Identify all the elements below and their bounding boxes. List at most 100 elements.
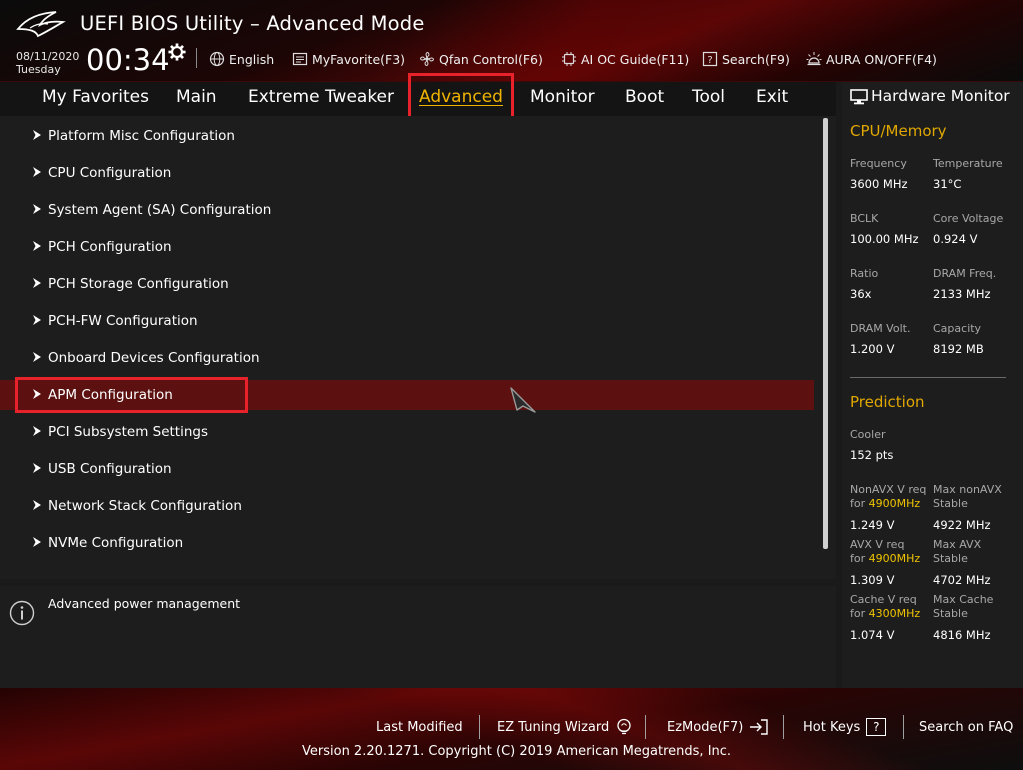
cooler-value: 152 pts [850, 448, 894, 462]
mouse-pointer-icon [510, 387, 536, 413]
tab-monitor[interactable]: Monitor [530, 87, 595, 111]
ratio-label: Ratio [850, 267, 879, 280]
day-value: Tuesday [16, 63, 61, 76]
menu-item-pci-subsystem[interactable]: PCI Subsystem Settings [0, 417, 814, 447]
max-avx-title: Max AVX [933, 538, 982, 551]
tab-tool[interactable]: Tool [692, 87, 725, 111]
avx-target-frequency: 4900MHz [868, 552, 921, 565]
ai-chip-icon [562, 52, 576, 66]
tab-exit[interactable]: Exit [756, 87, 788, 111]
toolbar-separator [196, 48, 197, 68]
stable-label: Stable [933, 607, 968, 620]
fan-icon [420, 52, 434, 66]
core-voltage-label: Core Voltage [933, 212, 1004, 225]
stable-label: Stable [933, 497, 968, 510]
avx-req-title: AVX V req [850, 538, 905, 551]
menu-item-usb[interactable]: USB Configuration [0, 454, 814, 484]
gear-icon[interactable] [168, 43, 186, 61]
menu-item-pch-fw[interactable]: PCH-FW Configuration [0, 306, 814, 336]
tab-boot[interactable]: Boot [625, 87, 664, 111]
arrow-right-icon [33, 426, 41, 436]
ez-mode-label: EzMode(F7) [667, 719, 744, 735]
menu-item-cpu[interactable]: CPU Configuration [0, 158, 814, 188]
monitor-icon [850, 89, 868, 105]
search-faq-label: Search on FAQ [919, 719, 1014, 735]
ai-oc-guide-button[interactable]: AI OC Guide(F11) [561, 50, 689, 68]
hardware-monitor-panel: Hardware Monitor CPU/Memory Frequency Te… [842, 82, 1023, 688]
temperature-label: Temperature [933, 157, 1003, 170]
ez-tuning-wizard-button[interactable]: EZ Tuning Wizard [497, 717, 633, 737]
menu-item-system-agent[interactable]: System Agent (SA) Configuration [0, 195, 814, 225]
nonavx-req-title: NonAVX V req [850, 483, 927, 496]
dram-freq-label: DRAM Freq. [933, 267, 997, 280]
prediction-section-title: Prediction [850, 393, 925, 411]
info-icon [9, 600, 35, 626]
aura-toggle-button[interactable]: AURA ON/OFF(F4) [806, 50, 937, 68]
footer-separator [479, 715, 480, 739]
main-tab-bar: My Favorites Main Extreme Tweaker Advanc… [0, 82, 836, 116]
menu-item-pch[interactable]: PCH Configuration [0, 232, 814, 262]
menu-item-pch-storage[interactable]: PCH Storage Configuration [0, 269, 814, 299]
menu-item-apm[interactable]: APM Configuration [0, 380, 814, 410]
aura-toggle-label: AURA ON/OFF(F4) [826, 51, 937, 67]
ez-mode-button[interactable]: EzMode(F7) [667, 717, 769, 737]
arrow-right-icon [33, 315, 41, 325]
tab-my-favorites[interactable]: My Favorites [42, 87, 149, 111]
hot-keys-button[interactable]: Hot Keys ? [803, 717, 887, 737]
last-modified-button[interactable]: Last Modified [376, 717, 463, 737]
avx-req-value: 1.309 V [850, 573, 895, 587]
header-bar: UEFI BIOS Utility – Advanced Mode 08/11/… [0, 0, 1023, 82]
for-label: for [850, 607, 866, 620]
menu-item-label: PCH Configuration [48, 239, 172, 255]
arrow-right-icon [33, 130, 41, 140]
date-display: 08/11/2020 Tuesday [16, 50, 79, 76]
last-modified-label: Last Modified [376, 719, 463, 735]
max-nonavx-value: 4922 MHz [933, 518, 991, 532]
dram-volt-value: 1.200 V [850, 342, 895, 356]
search-faq-button[interactable]: Search on FAQ [919, 717, 1013, 737]
arrow-right-icon [33, 389, 41, 399]
menu-item-platform-misc[interactable]: Platform Misc Configuration [0, 121, 814, 151]
language-button[interactable]: English [209, 50, 274, 68]
menu-item-label: APM Configuration [48, 387, 173, 403]
temperature-value: 31°C [933, 177, 962, 191]
menu-item-network-stack[interactable]: Network Stack Configuration [0, 491, 814, 521]
cache-req-for: for 4300MHz [850, 607, 920, 621]
capacity-label: Capacity [933, 322, 982, 335]
arrow-right-icon [33, 352, 41, 362]
search-question-icon: ? [702, 51, 718, 67]
myfavorite-button[interactable]: MyFavorite(F3) [292, 50, 405, 68]
max-nonavx-title: Max nonAVX [933, 483, 1002, 496]
cache-req-title: Cache V req [850, 593, 917, 606]
ez-tuning-wizard-label: EZ Tuning Wizard [497, 719, 610, 735]
cache-req-label: Cache V req for 4300MHz [850, 593, 920, 621]
menu-scrollbar[interactable] [823, 118, 828, 549]
qfan-control-button[interactable]: Qfan Control(F6) [419, 50, 543, 68]
core-voltage-value: 0.924 V [933, 232, 978, 246]
menu-item-nvme[interactable]: NVMe Configuration [0, 528, 814, 558]
max-cache-value: 4816 MHz [933, 628, 991, 642]
copyright-text: Version 2.20.1271. Copyright (C) 2019 Am… [302, 744, 732, 759]
menu-item-label: CPU Configuration [48, 165, 172, 181]
tab-extreme-tweaker[interactable]: Extreme Tweaker [248, 87, 394, 111]
footer-separator [783, 715, 784, 739]
qfan-control-label: Qfan Control(F6) [439, 51, 543, 67]
nonavx-req-for: for 4900MHz [850, 497, 926, 511]
menu-item-label: USB Configuration [48, 461, 172, 477]
cpu-memory-section-title: CPU/Memory [850, 122, 947, 140]
menu-item-label: PCH-FW Configuration [48, 313, 198, 329]
ai-oc-guide-label: AI OC Guide(F11) [581, 51, 690, 67]
search-button[interactable]: ? Search(F9) [702, 50, 790, 68]
footer-separator [645, 715, 646, 739]
tab-advanced[interactable]: Advanced [419, 87, 503, 111]
hot-keys-question-icon: ? [866, 718, 887, 736]
menu-panel: Platform Misc Configuration CPU Configur… [0, 116, 836, 579]
nonavx-req-label: NonAVX V req for 4900MHz [850, 483, 926, 511]
arrow-right-icon [33, 204, 41, 214]
menu-item-onboard-devices[interactable]: Onboard Devices Configuration [0, 343, 814, 373]
menu-item-label: System Agent (SA) Configuration [48, 202, 272, 218]
lightbulb-icon [617, 718, 631, 735]
tab-main[interactable]: Main [176, 87, 217, 111]
menu-item-label: Network Stack Configuration [48, 498, 242, 514]
bclk-value: 100.00 MHz [850, 232, 919, 246]
